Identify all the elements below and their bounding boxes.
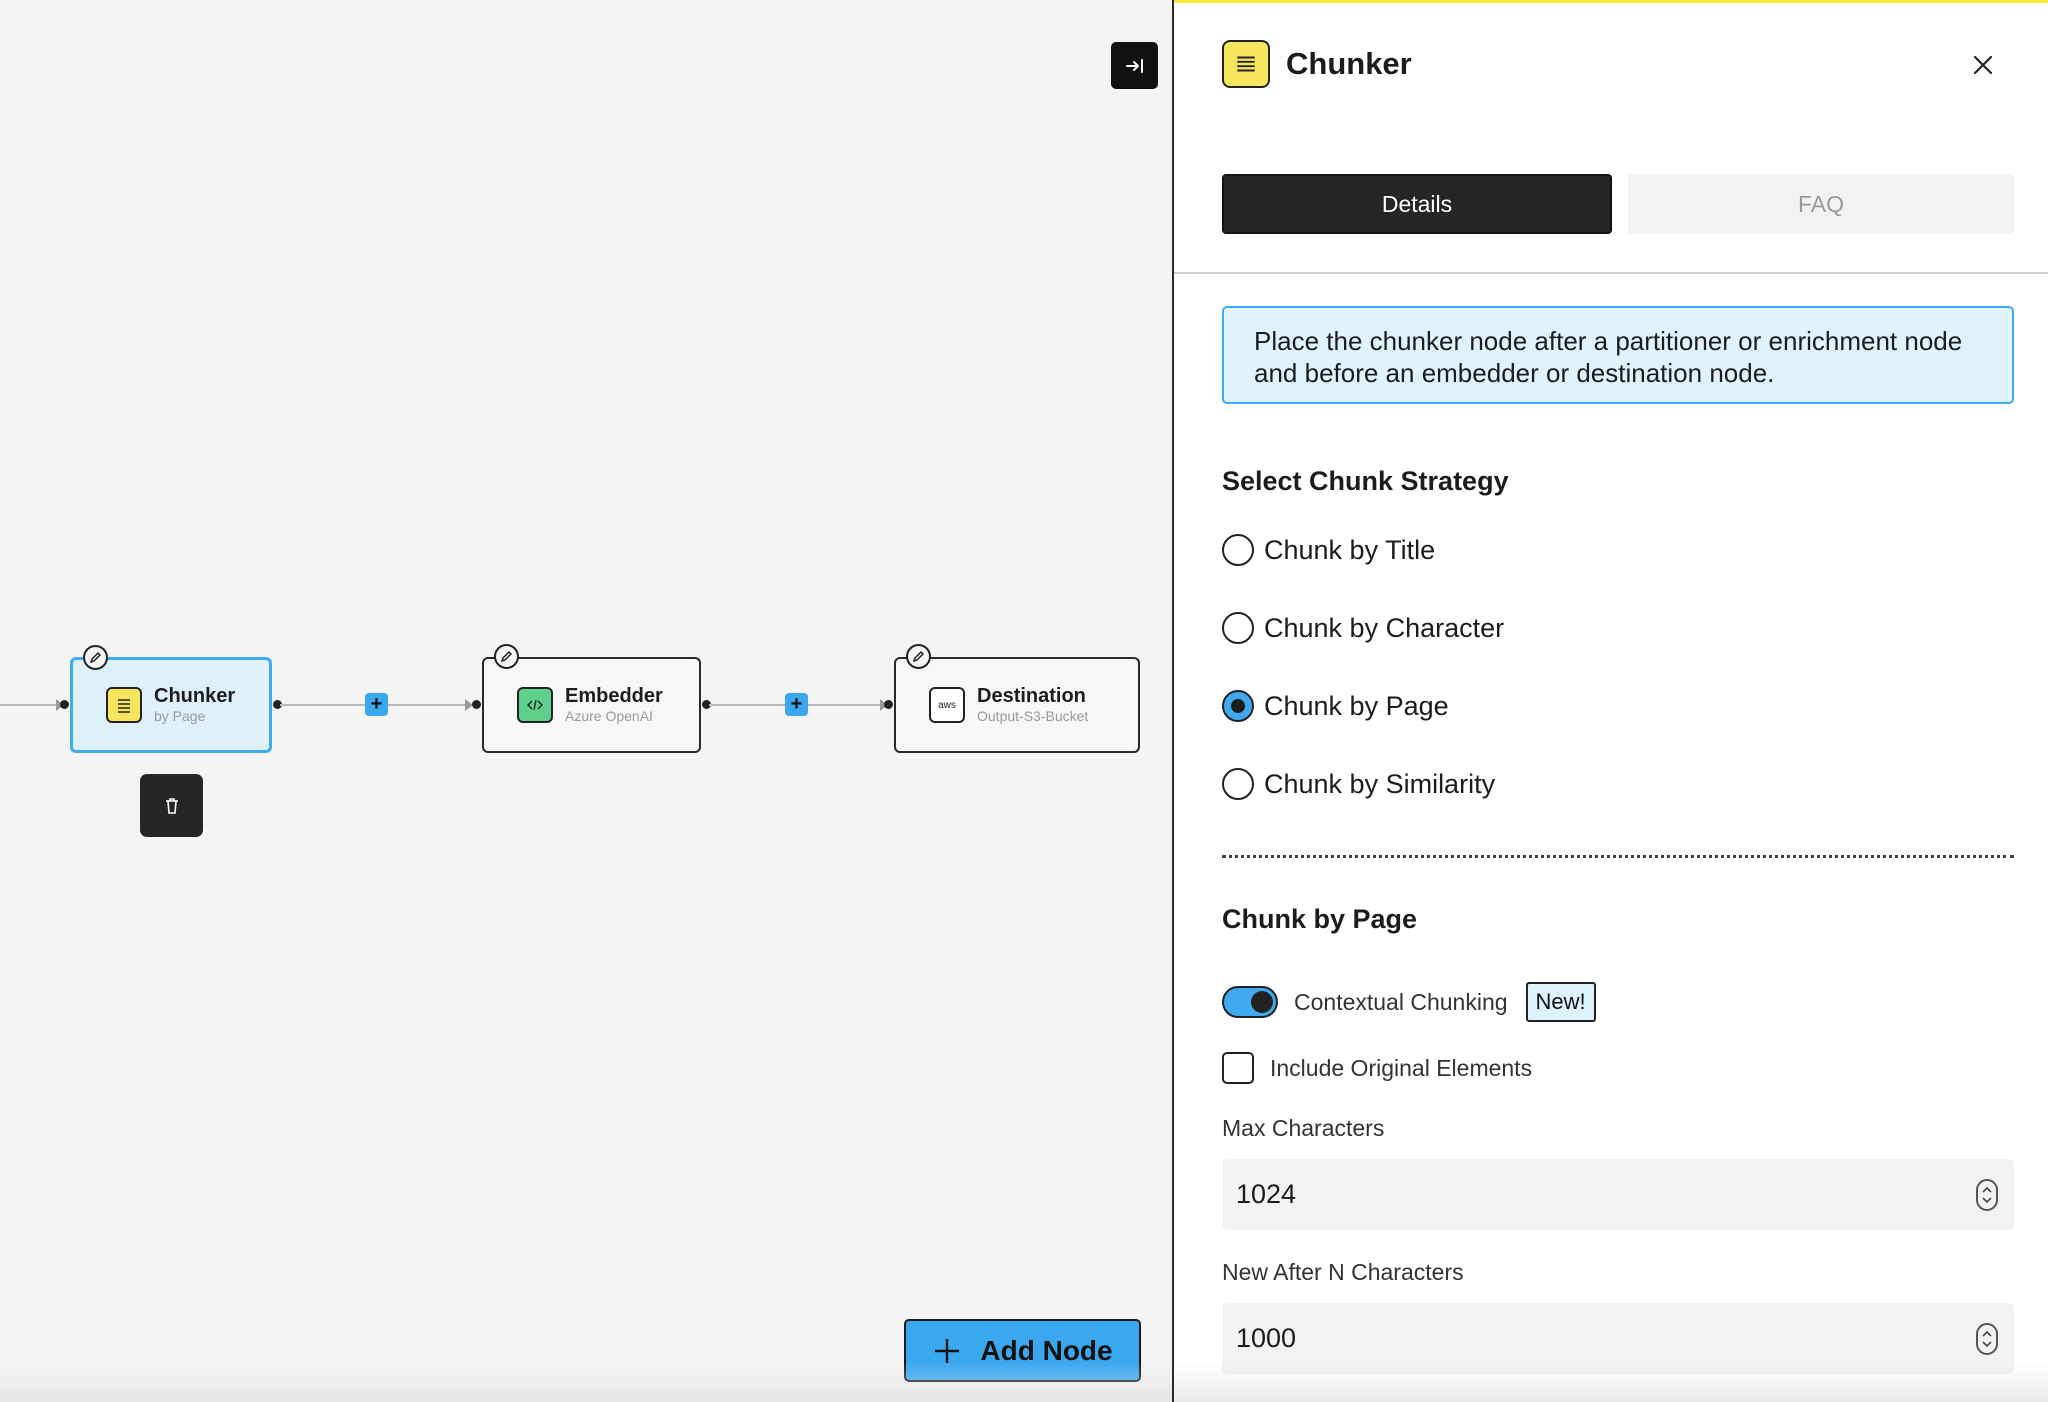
tabs-divider xyxy=(1174,272,2048,274)
pencil-icon xyxy=(912,650,925,663)
radio-label: Chunk by Page xyxy=(1264,690,1449,721)
strategy-heading: Select Chunk Strategy xyxy=(1222,466,1509,496)
close-icon xyxy=(1973,55,1993,75)
chevron-up-down-icon xyxy=(1982,1186,1992,1203)
chevron-up-down-icon xyxy=(1982,1330,1992,1347)
panel-title: Chunker xyxy=(1286,46,1412,81)
insert-node-button[interactable]: + xyxy=(785,693,808,716)
aws-logo-text: aws xyxy=(938,699,956,711)
number-stepper[interactable] xyxy=(1976,1178,1998,1211)
edit-node-button[interactable] xyxy=(906,644,931,669)
input-value[interactable]: 1024 xyxy=(1236,1179,1976,1210)
edit-node-button[interactable] xyxy=(83,645,108,670)
new-after-label: New After N Characters xyxy=(1222,1259,1464,1285)
node-title: Destination xyxy=(977,685,1086,707)
plus-icon xyxy=(935,1338,960,1363)
radio-button-checked[interactable] xyxy=(1222,690,1254,722)
radio-label: Chunk by Character xyxy=(1264,612,1505,643)
node-subtitle: Output-S3-Bucket xyxy=(977,708,1089,724)
node-embedder[interactable]: Embedder Azure OpenAI xyxy=(482,644,701,753)
radio-label: Chunk by Similarity xyxy=(1264,768,1496,799)
pencil-icon xyxy=(500,650,513,663)
toggle-label: Contextual Chunking xyxy=(1294,988,1508,1015)
section-divider xyxy=(1222,855,2014,858)
pencil-icon xyxy=(89,651,102,664)
trash-icon xyxy=(165,797,178,814)
include-original-row[interactable]: Include Original Elements xyxy=(1222,1052,1532,1084)
options-heading: Chunk by Page xyxy=(1222,904,1418,934)
node-title: Embedder xyxy=(565,685,663,707)
workflow-canvas[interactable]: + + Chunker by Page Embedder Azure OpenA… xyxy=(0,0,1172,1402)
number-stepper[interactable] xyxy=(1976,1322,1998,1355)
collapse-arrow-icon xyxy=(1125,58,1143,73)
contextual-chunking-row: Contextual Chunking New! xyxy=(1222,982,1596,1022)
contextual-chunking-toggle[interactable] xyxy=(1222,986,1278,1018)
strategy-option-character[interactable]: Chunk by Character xyxy=(1222,612,1504,644)
code-icon xyxy=(517,687,553,723)
include-original-checkbox[interactable] xyxy=(1222,1052,1254,1084)
info-callout: Place the chunker node after a partition… xyxy=(1222,306,2014,404)
node-title: Chunker xyxy=(154,685,236,707)
max-characters-input[interactable]: 1024 xyxy=(1222,1159,2014,1230)
node-chunker[interactable]: Chunker by Page xyxy=(70,645,272,753)
radio-label: Chunk by Title xyxy=(1264,534,1436,565)
edit-node-button[interactable] xyxy=(494,644,519,669)
insert-node-button[interactable]: + xyxy=(365,693,388,716)
node-input-port[interactable] xyxy=(60,700,69,709)
node-input-port[interactable] xyxy=(472,700,481,709)
panel-header: Chunker xyxy=(1222,40,1412,88)
panel-tabs: Details FAQ xyxy=(1222,174,2014,234)
aws-icon: aws xyxy=(929,687,965,723)
strategy-option-similarity[interactable]: Chunk by Similarity xyxy=(1222,768,1495,800)
tab-details[interactable]: Details xyxy=(1222,174,1612,234)
add-node-label: Add Node xyxy=(980,1334,1113,1366)
node-input-port[interactable] xyxy=(884,700,893,709)
radio-button[interactable] xyxy=(1222,612,1254,644)
radio-button[interactable] xyxy=(1222,768,1254,800)
panel-accent-line xyxy=(1174,0,2048,3)
new-badge: New! xyxy=(1525,982,1596,1022)
checkbox-label: Include Original Elements xyxy=(1270,1054,1533,1081)
chunker-icon xyxy=(106,687,142,723)
node-subtitle: Azure OpenAI xyxy=(565,708,653,724)
node-destination[interactable]: aws Destination Output-S3-Bucket xyxy=(894,644,1140,753)
collapse-panel-button[interactable] xyxy=(1111,42,1158,89)
strategy-option-page[interactable]: Chunk by Page xyxy=(1222,690,1449,722)
tab-faq[interactable]: FAQ xyxy=(1628,174,2014,234)
new-after-input[interactable]: 1000 xyxy=(1222,1303,2014,1374)
edge-incoming xyxy=(0,704,62,706)
node-subtitle: by Page xyxy=(154,708,206,724)
chunker-icon xyxy=(1222,40,1270,88)
node-details-panel: Chunker Details FAQ Place the chunker no… xyxy=(1172,0,2048,1402)
input-value[interactable]: 1000 xyxy=(1236,1323,1976,1354)
radio-button[interactable] xyxy=(1222,534,1254,566)
close-panel-button[interactable] xyxy=(1968,50,1998,80)
max-characters-label: Max Characters xyxy=(1222,1115,1385,1141)
delete-node-button[interactable] xyxy=(140,774,203,837)
add-node-button[interactable]: Add Node xyxy=(904,1319,1141,1382)
strategy-option-title[interactable]: Chunk by Title xyxy=(1222,534,1435,566)
